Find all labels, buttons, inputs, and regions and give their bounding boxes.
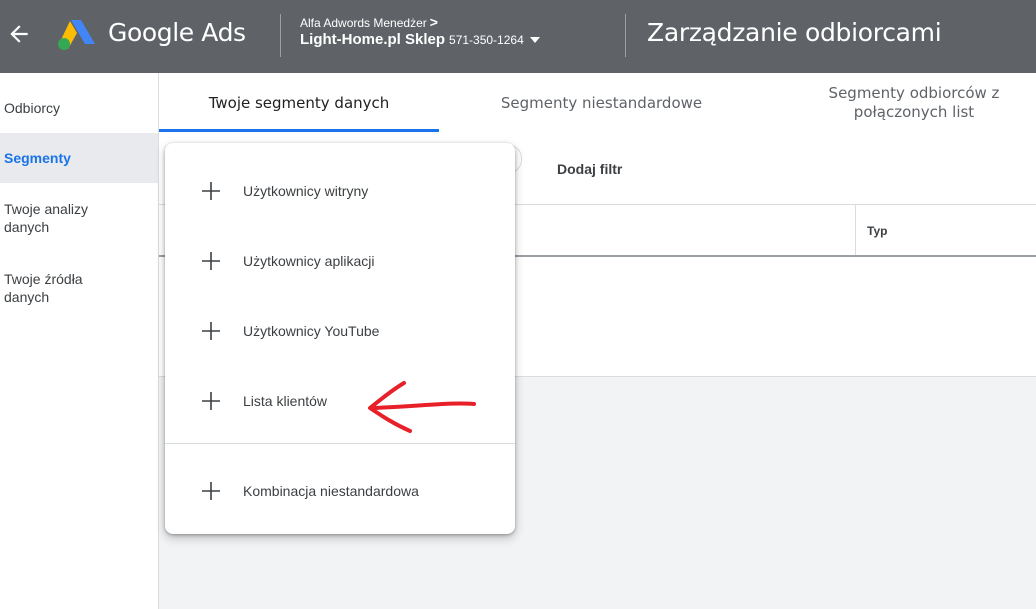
account-name: Light-Home.pl Sklep bbox=[300, 31, 446, 48]
page-title: Zarządzanie odbiorcami bbox=[647, 18, 942, 47]
menu-item-label: Użytkownicy witryny bbox=[243, 183, 369, 199]
column-divider bbox=[855, 204, 856, 256]
plus-icon bbox=[202, 482, 220, 500]
plus-icon bbox=[202, 322, 220, 340]
sidebar-nav: Odbiorcy Segmenty Twoje analizy danych T… bbox=[0, 73, 159, 609]
add-segment-menu: Użytkownicy witryny Użytkownicy aplikacj… bbox=[165, 143, 515, 534]
tab-segmenty-niestandardowe[interactable]: Segmenty niestandardowe bbox=[459, 73, 744, 133]
account-manager-name: Alfa Adwords Menedżer bbox=[300, 16, 427, 30]
menu-item-uzytkownicy-witryny[interactable]: Użytkownicy witryny bbox=[165, 169, 515, 213]
dropdown-caret-icon bbox=[529, 37, 540, 44]
menu-item-kombinacja-niestandardowa[interactable]: Kombinacja niestandardowa bbox=[165, 469, 515, 513]
plus-icon bbox=[202, 392, 220, 410]
product-name[interactable]: Google Ads bbox=[108, 18, 246, 47]
menu-divider bbox=[165, 443, 515, 444]
sidebar-item-segmenty[interactable]: Segmenty bbox=[0, 133, 158, 183]
header-divider bbox=[625, 14, 626, 57]
account-manager-link[interactable]: Alfa Adwords Menedżer > bbox=[300, 14, 438, 30]
plus-icon bbox=[202, 252, 220, 270]
tab-twoje-segmenty-danych[interactable]: Twoje segmenty danych bbox=[159, 73, 439, 133]
google-ads-logo-icon[interactable] bbox=[56, 16, 96, 52]
back-arrow-icon[interactable] bbox=[6, 21, 32, 47]
menu-item-uzytkownicy-youtube[interactable]: Użytkownicy YouTube bbox=[165, 309, 515, 353]
account-switcher[interactable]: Light-Home.pl Sklep 571-350-1264 bbox=[300, 31, 540, 48]
menu-item-label: Użytkownicy YouTube bbox=[243, 323, 380, 339]
top-app-bar: Google Ads Alfa Adwords Menedżer > Light-… bbox=[0, 0, 1036, 73]
tab-segmenty-z-polaczonych-list[interactable]: Segmenty odbiorców z połączonych list bbox=[799, 73, 1029, 133]
menu-item-label: Lista klientów bbox=[243, 393, 328, 409]
sidebar-item-odbiorcy[interactable]: Odbiorcy bbox=[0, 99, 158, 117]
header-divider bbox=[280, 14, 281, 57]
active-tab-indicator bbox=[159, 129, 439, 132]
tab-bar: Twoje segmenty danych Segmenty niestanda… bbox=[159, 73, 1036, 134]
chevron-right-icon: > bbox=[429, 14, 438, 30]
annotation-arrow-icon bbox=[368, 381, 476, 433]
account-id: 571-350-1264 bbox=[449, 33, 524, 47]
menu-item-label: Użytkownicy aplikacji bbox=[243, 253, 375, 269]
column-header-typ[interactable]: Typ bbox=[867, 224, 887, 238]
menu-item-uzytkownicy-aplikacji[interactable]: Użytkownicy aplikacji bbox=[165, 239, 515, 283]
add-filter-button[interactable]: Dodaj filtr bbox=[557, 161, 622, 177]
menu-item-label: Kombinacja niestandardowa bbox=[243, 483, 419, 499]
sidebar-item-twoje-analizy-danych[interactable]: Twoje analizy danych bbox=[0, 200, 130, 236]
plus-icon bbox=[202, 182, 220, 200]
sidebar-item-twoje-zrodla-danych[interactable]: Twoje źródła danych bbox=[0, 270, 130, 306]
